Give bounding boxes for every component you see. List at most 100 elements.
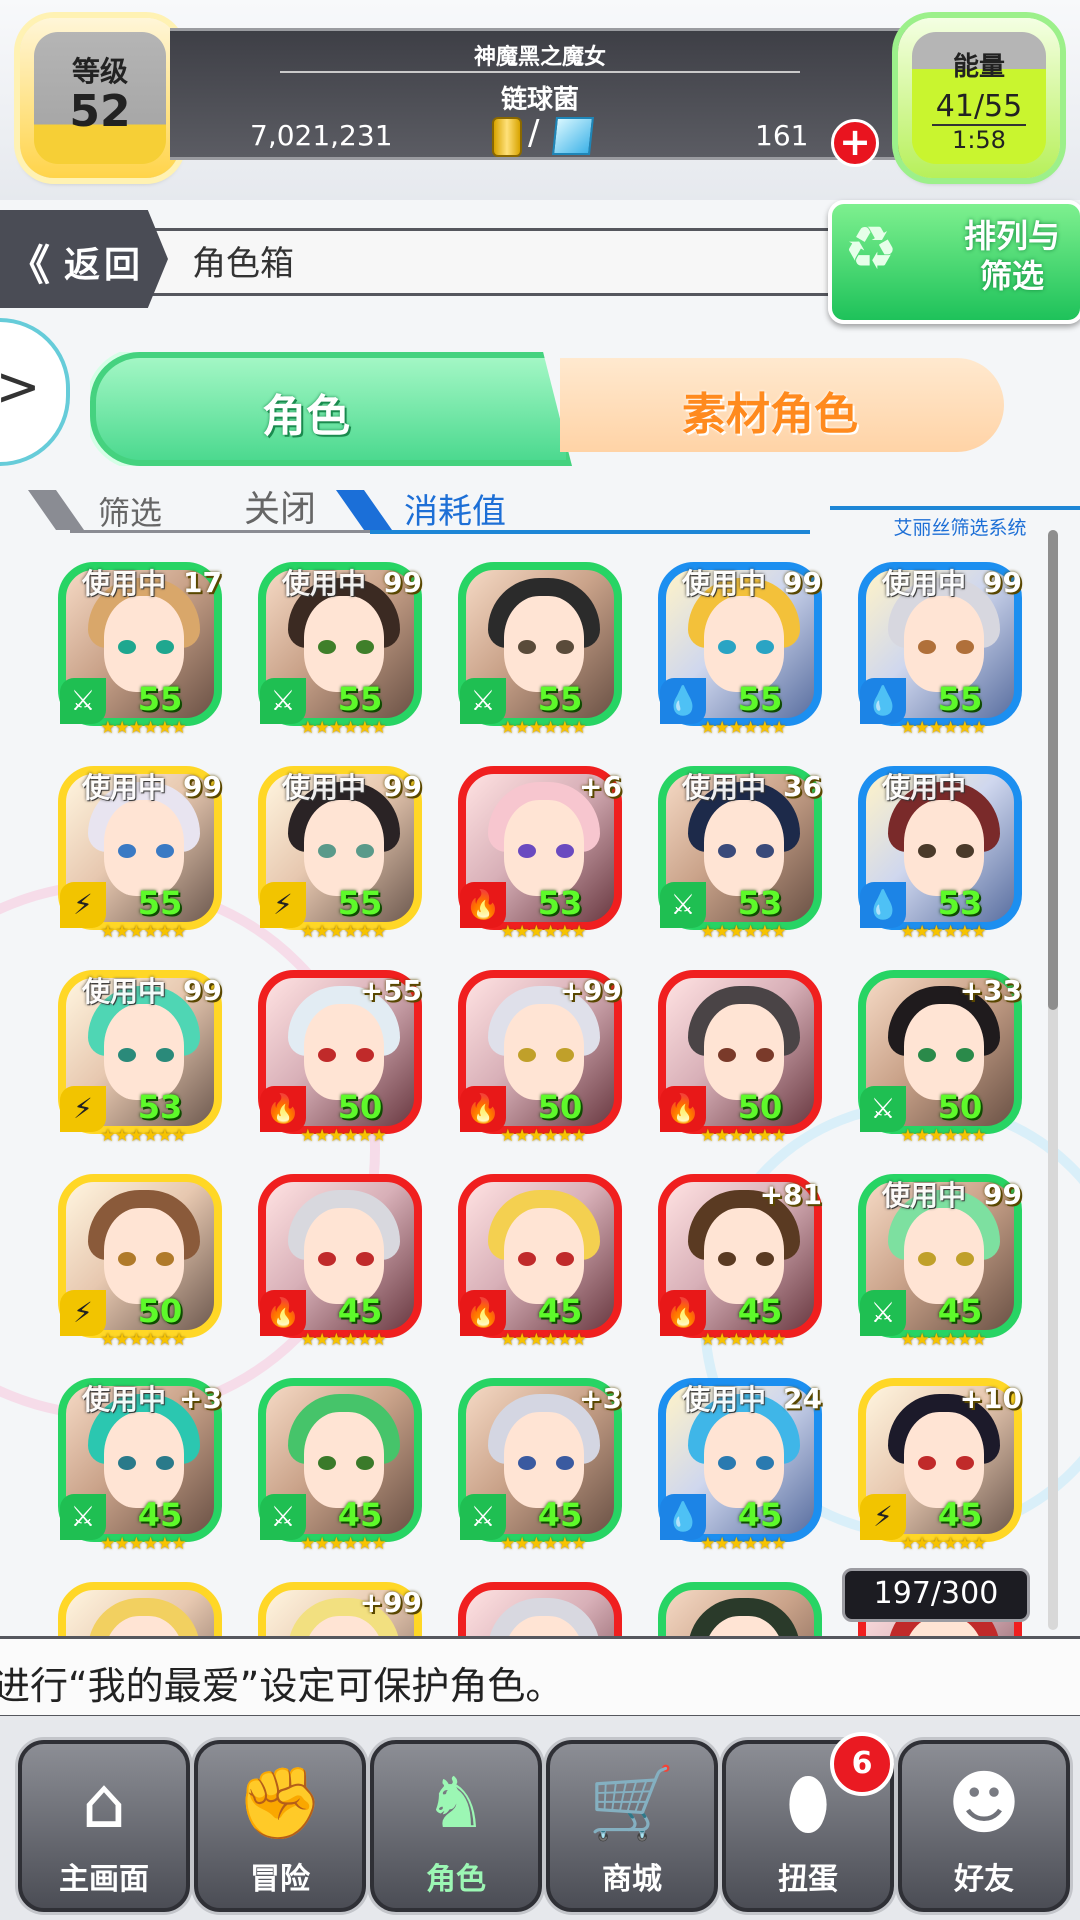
- filter-system-tag: 艾丽丝筛选系统: [830, 506, 1080, 540]
- character-card[interactable]: 使用中 17 ⚔ 55 ★★★★★★: [58, 562, 222, 738]
- character-card[interactable]: 使用中 99 💧 55 ★★★★★★: [858, 562, 1022, 738]
- portrait-eye: [918, 1456, 936, 1470]
- portrait-eye: [156, 844, 174, 858]
- filter-value[interactable]: 关闭: [244, 480, 316, 532]
- level-badge: 等级 52: [20, 18, 180, 178]
- bunny-icon: ♞: [424, 1762, 488, 1844]
- rarity-stars: ★★★★★★: [700, 718, 786, 738]
- portrait-eye: [118, 844, 136, 858]
- character-card[interactable]: +3 ⚔ 45 ★★★★★★: [458, 1378, 622, 1554]
- character-card[interactable]: 🔥: [458, 1582, 622, 1636]
- portrait-eye: [756, 1456, 774, 1470]
- plus-value: +6: [579, 770, 622, 803]
- energy-badge[interactable]: 能量 41/55 1:58: [898, 18, 1060, 178]
- character-card[interactable]: 🔥 50 ★★★★★★: [658, 970, 822, 1146]
- energy-panel: 能量 41/55 1:58: [912, 32, 1046, 164]
- portrait-eye: [556, 844, 574, 858]
- character-card[interactable]: 使用中 99 ⚡ 53 ★★★★★★: [58, 970, 222, 1146]
- scrollbar[interactable]: [1048, 530, 1058, 1630]
- rarity-stars: ★★★★★★: [100, 922, 186, 942]
- scroll-thumb[interactable]: [1048, 530, 1058, 1010]
- tab-characters[interactable]: 角色: [90, 352, 572, 466]
- character-card[interactable]: 使用中 +3 ⚔ 45 ★★★★★★: [58, 1378, 222, 1554]
- portrait-eye: [756, 1252, 774, 1266]
- portrait-eye: [556, 1456, 574, 1470]
- portrait-eye: [518, 640, 536, 654]
- portrait-eye: [556, 1252, 574, 1266]
- portrait-eye: [718, 1252, 736, 1266]
- character-card[interactable]: 使用中 99 💧 55 ★★★★★★: [658, 562, 822, 738]
- character-card[interactable]: 🔥 45 ★★★★★★: [258, 1174, 422, 1350]
- character-card[interactable]: +6 🔥 53 ★★★★★★: [458, 766, 622, 942]
- rarity-stars: ★★★★★★: [700, 1534, 786, 1554]
- character-card[interactable]: ⚔: [658, 1582, 822, 1636]
- rarity-stars: ★★★★★★: [700, 1330, 786, 1350]
- character-card[interactable]: ⚔ 45 ★★★★★★: [258, 1378, 422, 1554]
- character-card[interactable]: +99⚡: [258, 1582, 422, 1636]
- portrait-eye: [918, 640, 936, 654]
- portrait-eye: [156, 1048, 174, 1062]
- nav-label: 商城: [602, 1862, 662, 1897]
- energy-label: 能量: [952, 52, 1005, 82]
- nav-home[interactable]: ⌂ 主画面: [18, 1740, 190, 1912]
- rarity-stars: ★★★★★★: [500, 1534, 586, 1554]
- portrait-eye: [956, 1048, 974, 1062]
- sort-filter-button[interactable]: ♻ 排列与筛选: [828, 200, 1080, 324]
- character-card[interactable]: +99 🔥 50 ★★★★★★: [458, 970, 622, 1146]
- filter-row: 筛选 关闭 消耗值 艾丽丝筛选系统: [27, 480, 1080, 539]
- rarity-stars: ★★★★★★: [500, 718, 586, 738]
- character-card[interactable]: 使用中 24 💧 45 ★★★★★★: [658, 1378, 822, 1554]
- sort-slant-icon: [335, 490, 393, 530]
- in-use-label: 使用中: [882, 1179, 967, 1212]
- character-card[interactable]: 使用中 99 ⚡ 55 ★★★★★★: [258, 766, 422, 942]
- character-card[interactable]: 使用中 36 ⚔ 53 ★★★★★★: [658, 766, 822, 942]
- character-cost: 53: [937, 884, 983, 922]
- portrait-eye: [756, 1048, 774, 1062]
- tip-text: 进行“我的最爱”设定可保护角色。: [0, 1664, 564, 1708]
- character-portrait: [658, 1582, 822, 1636]
- in-use-label: 使用中: [282, 771, 367, 804]
- nav-label: 主画面: [59, 1862, 149, 1897]
- in-use-label: 使用中: [82, 975, 167, 1008]
- character-card[interactable]: ⚡ 50 ★★★★★★: [58, 1174, 222, 1350]
- sort-key[interactable]: 消耗值: [404, 484, 506, 533]
- character-cost: 53: [737, 884, 783, 922]
- back-button[interactable]: 《 返回: [0, 210, 168, 308]
- gem-icon: [552, 117, 594, 155]
- portrait-eye: [556, 640, 574, 654]
- character-card[interactable]: +55 🔥 50 ★★★★★★: [258, 970, 422, 1146]
- cart-icon: 🛒: [588, 1762, 676, 1844]
- plus-value: +3: [579, 1382, 622, 1415]
- tab-material-characters[interactable]: 素材角色: [560, 358, 1004, 452]
- player-info-panel: 神魔黑之魔女 链球菌 7,021,231 / 161 +: [170, 28, 910, 167]
- character-card[interactable]: +10 ⚡ 45 ★★★★★★: [858, 1378, 1022, 1554]
- nav-bunny[interactable]: ♞ 角色: [370, 1740, 542, 1912]
- character-card[interactable]: 使用中 99 ⚡ 55 ★★★★★★: [58, 766, 222, 942]
- tab-material-label: 素材角色: [682, 389, 858, 440]
- nav-label: 扭蛋: [778, 1862, 838, 1897]
- nav-friends[interactable]: ☻ 好友: [898, 1740, 1070, 1912]
- side-menu-arrow[interactable]: >: [0, 318, 70, 466]
- portrait-eye: [556, 1048, 574, 1062]
- character-card[interactable]: +33 ⚔ 50 ★★★★★★: [858, 970, 1022, 1146]
- rarity-stars: ★★★★★★: [500, 1330, 586, 1350]
- nav-handshake[interactable]: ✊ 冒险: [194, 1740, 366, 1912]
- character-card[interactable]: ⚡: [58, 1582, 222, 1636]
- character-card[interactable]: 使用中 💧 53 ★★★★★★: [858, 766, 1022, 942]
- character-card[interactable]: 使用中 99 ⚔ 45 ★★★★★★: [858, 1174, 1022, 1350]
- character-card[interactable]: 🔥 45 ★★★★★★: [458, 1174, 622, 1350]
- character-card[interactable]: ⚔ 55 ★★★★★★: [458, 562, 622, 738]
- character-cost: 55: [937, 680, 983, 718]
- character-cost: 45: [137, 1496, 183, 1534]
- add-gems-button[interactable]: +: [831, 119, 879, 167]
- gem-count: 161: [755, 119, 809, 152]
- plus-value: +3: [179, 1382, 222, 1415]
- plus-value: +33: [959, 974, 1022, 1007]
- nav-cart[interactable]: 🛒 商城: [546, 1740, 718, 1912]
- energy-value: 41/55: [932, 89, 1026, 126]
- character-cost: 50: [737, 1088, 783, 1126]
- sort-filter-label: 排列与筛选: [963, 217, 1060, 295]
- filter-label[interactable]: 筛选: [98, 488, 162, 534]
- character-card[interactable]: +81 🔥 45 ★★★★★★: [658, 1174, 822, 1350]
- character-card[interactable]: 使用中 99 ⚔ 55 ★★★★★★: [258, 562, 422, 738]
